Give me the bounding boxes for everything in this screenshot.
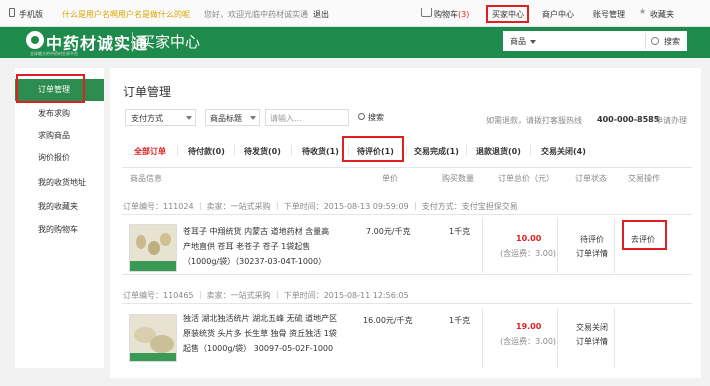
sidebar-item-favorites[interactable]: 我的收藏夹 [15, 196, 104, 218]
product-thumbnail[interactable] [129, 224, 177, 272]
col-status: 订单状态 [575, 174, 607, 183]
order-total: 10.00 [516, 234, 542, 243]
col-qty: 购买数量 [442, 174, 474, 183]
header-search-button[interactable]: 搜索 [664, 36, 680, 47]
shipping-fee: (含运费：3.00) [500, 249, 557, 258]
cell-divider [482, 308, 483, 368]
greeting-text: 您好，欢迎光临中药材诚实通 [204, 10, 308, 19]
search-category-select[interactable]: 商品 [510, 36, 536, 47]
tab-closed[interactable]: 交易关闭(4) [541, 146, 586, 157]
quantity: 1千克 [449, 316, 471, 325]
unit-price: 7.00元/千克 [366, 227, 411, 236]
order-search-input[interactable]: 请输入... [265, 109, 349, 126]
tab-divider [177, 145, 178, 156]
star-icon: ★ [639, 7, 647, 16]
product-desc-line1[interactable]: 苍耳子 中翔统货 内蒙古 道地药材 含量高 [183, 226, 329, 237]
sidebar-item-post-request[interactable]: 发布求购 [15, 103, 104, 125]
chevron-down-icon [250, 116, 256, 120]
product-desc-line2[interactable]: 原装统货 头片多 长生草 独骨 资丘独活 1袋 [183, 328, 337, 339]
highlight-review-button [622, 220, 667, 250]
header: 中药材诚实通 全球最大的中药材交易平台 买家中心 商品 [0, 27, 710, 58]
cell-divider [557, 218, 558, 273]
highlight-pending-review [342, 136, 404, 162]
sidebar-item-cart[interactable]: 我的购物车 [15, 219, 104, 241]
header-search-box[interactable]: 商品 [503, 31, 687, 51]
row-divider [122, 214, 692, 215]
product-desc-line2[interactable]: 产地直供 苍耳 老苍子 苍子 1袋起售 [183, 241, 310, 252]
product-desc-line3[interactable]: 起售（1000g/袋） 30097-05-02F-1000 [183, 343, 333, 354]
quantity: 1千克 [449, 227, 471, 236]
sidebar: 订单管理 发布求购 求购商品 询价报价 我的收货地址 我的收藏夹 我的购物车 [15, 68, 104, 368]
tab-divider [291, 145, 292, 156]
tab-divider [530, 145, 531, 156]
refund-note: 如需退款，请拨打客服热线 [486, 116, 582, 125]
tab-pending-payment[interactable]: 待付款(0) [188, 146, 225, 157]
logout-link[interactable]: 退出 [313, 9, 329, 20]
order-meta: 订单编号：111024 ｜ 卖家：一站式采购 ｜ 下单时间：2015-08-13… [123, 202, 518, 211]
shipping-fee: (含运费：3.00) [500, 337, 557, 346]
order-total: 19.00 [516, 322, 542, 331]
cell-divider [614, 218, 615, 273]
col-action: 交易操作 [628, 174, 660, 183]
sidebar-item-addresses[interactable]: 我的收货地址 [15, 172, 104, 194]
chevron-down-icon [186, 116, 192, 120]
order-detail-link[interactable]: 订单详情 [576, 336, 608, 347]
sidebar-item-requests[interactable]: 求购商品 [15, 125, 104, 147]
logo-icon [26, 31, 44, 49]
tab-divider [234, 145, 235, 156]
highlight-orders [16, 74, 85, 103]
hotline-number: 400-000-8585 [597, 115, 660, 124]
cart-icon [421, 8, 432, 17]
logo-tagline: 全球最大的中药材交易平台 [30, 51, 78, 56]
main-panel: 订单管理 支付方式 商品标题 请输入... 搜索 如需退款，请拨打客服热线 40… [110, 68, 701, 378]
header-divider [132, 32, 133, 52]
payment-filter-select[interactable]: 支付方式 [125, 109, 196, 126]
col-total: 订单总价（元） [498, 174, 554, 183]
section-title: 订单管理 [123, 85, 172, 99]
tab-all-orders[interactable]: 全部订单 [134, 146, 166, 157]
apply-link[interactable]: 申请办理 [655, 115, 687, 126]
product-desc-line3[interactable]: （1000g/袋）（30237-03-04T-1000） [183, 256, 326, 267]
order-detail-link[interactable]: 订单详情 [576, 248, 608, 259]
order-search-button[interactable]: 搜索 [368, 112, 384, 123]
sidebar-item-quotes[interactable]: 询价报价 [15, 147, 104, 169]
tab-divider [466, 145, 467, 156]
promo-text[interactable]: 什么是用户名啊用户名是做什么的呢 [62, 9, 190, 20]
tab-refunds[interactable]: 退款退货(0) [476, 146, 521, 157]
highlight-buyer-center [486, 5, 529, 23]
search-icon [651, 37, 659, 45]
favorites-link[interactable]: 收藏夹 [650, 9, 674, 20]
top-bar: 手机版 什么是用户名啊用户名是做什么的呢 您好，欢迎光临中药材诚实通 退出 购物… [0, 0, 710, 27]
tab-pending-shipment[interactable]: 待发货(0) [244, 146, 281, 157]
tab-pending-receipt[interactable]: 待收货(1) [302, 146, 339, 157]
row-divider [122, 274, 692, 275]
cell-divider [557, 308, 558, 368]
cell-divider [482, 218, 483, 273]
col-price: 单价 [382, 174, 398, 183]
cart-link[interactable]: 购物车(3) [434, 9, 469, 20]
chevron-down-icon [530, 39, 536, 44]
col-product: 商品信息 [130, 174, 162, 183]
tab-divider [406, 145, 407, 156]
account-mgmt-link[interactable]: 账号管理 [593, 9, 625, 20]
product-desc-line1[interactable]: 独活 湖北独活统片 湖北五峰 无硫 道地产区 [183, 313, 337, 324]
search-icon [358, 113, 365, 120]
search-divider [645, 33, 646, 49]
product-thumbnail[interactable] [129, 314, 177, 362]
merchant-center-link[interactable]: 商户中心 [542, 9, 574, 20]
product-filter-select[interactable]: 商品标题 [205, 109, 260, 126]
order-status: 待评价 [580, 235, 604, 244]
order-status: 交易关闭 [576, 323, 608, 332]
tab-completed[interactable]: 交易完成(1) [414, 146, 459, 157]
phone-icon [9, 8, 15, 17]
header-divider [122, 167, 692, 168]
cell-divider [614, 308, 615, 368]
unit-price: 16.00元/千克 [363, 316, 413, 325]
row-divider [122, 303, 692, 304]
order-meta: 订单编号：110465 ｜ 卖家：一站式采购 ｜ 下单时间：2015-08-11… [123, 291, 409, 300]
page-title: 买家中心 [140, 33, 201, 51]
mobile-link[interactable]: 手机版 [19, 9, 43, 20]
